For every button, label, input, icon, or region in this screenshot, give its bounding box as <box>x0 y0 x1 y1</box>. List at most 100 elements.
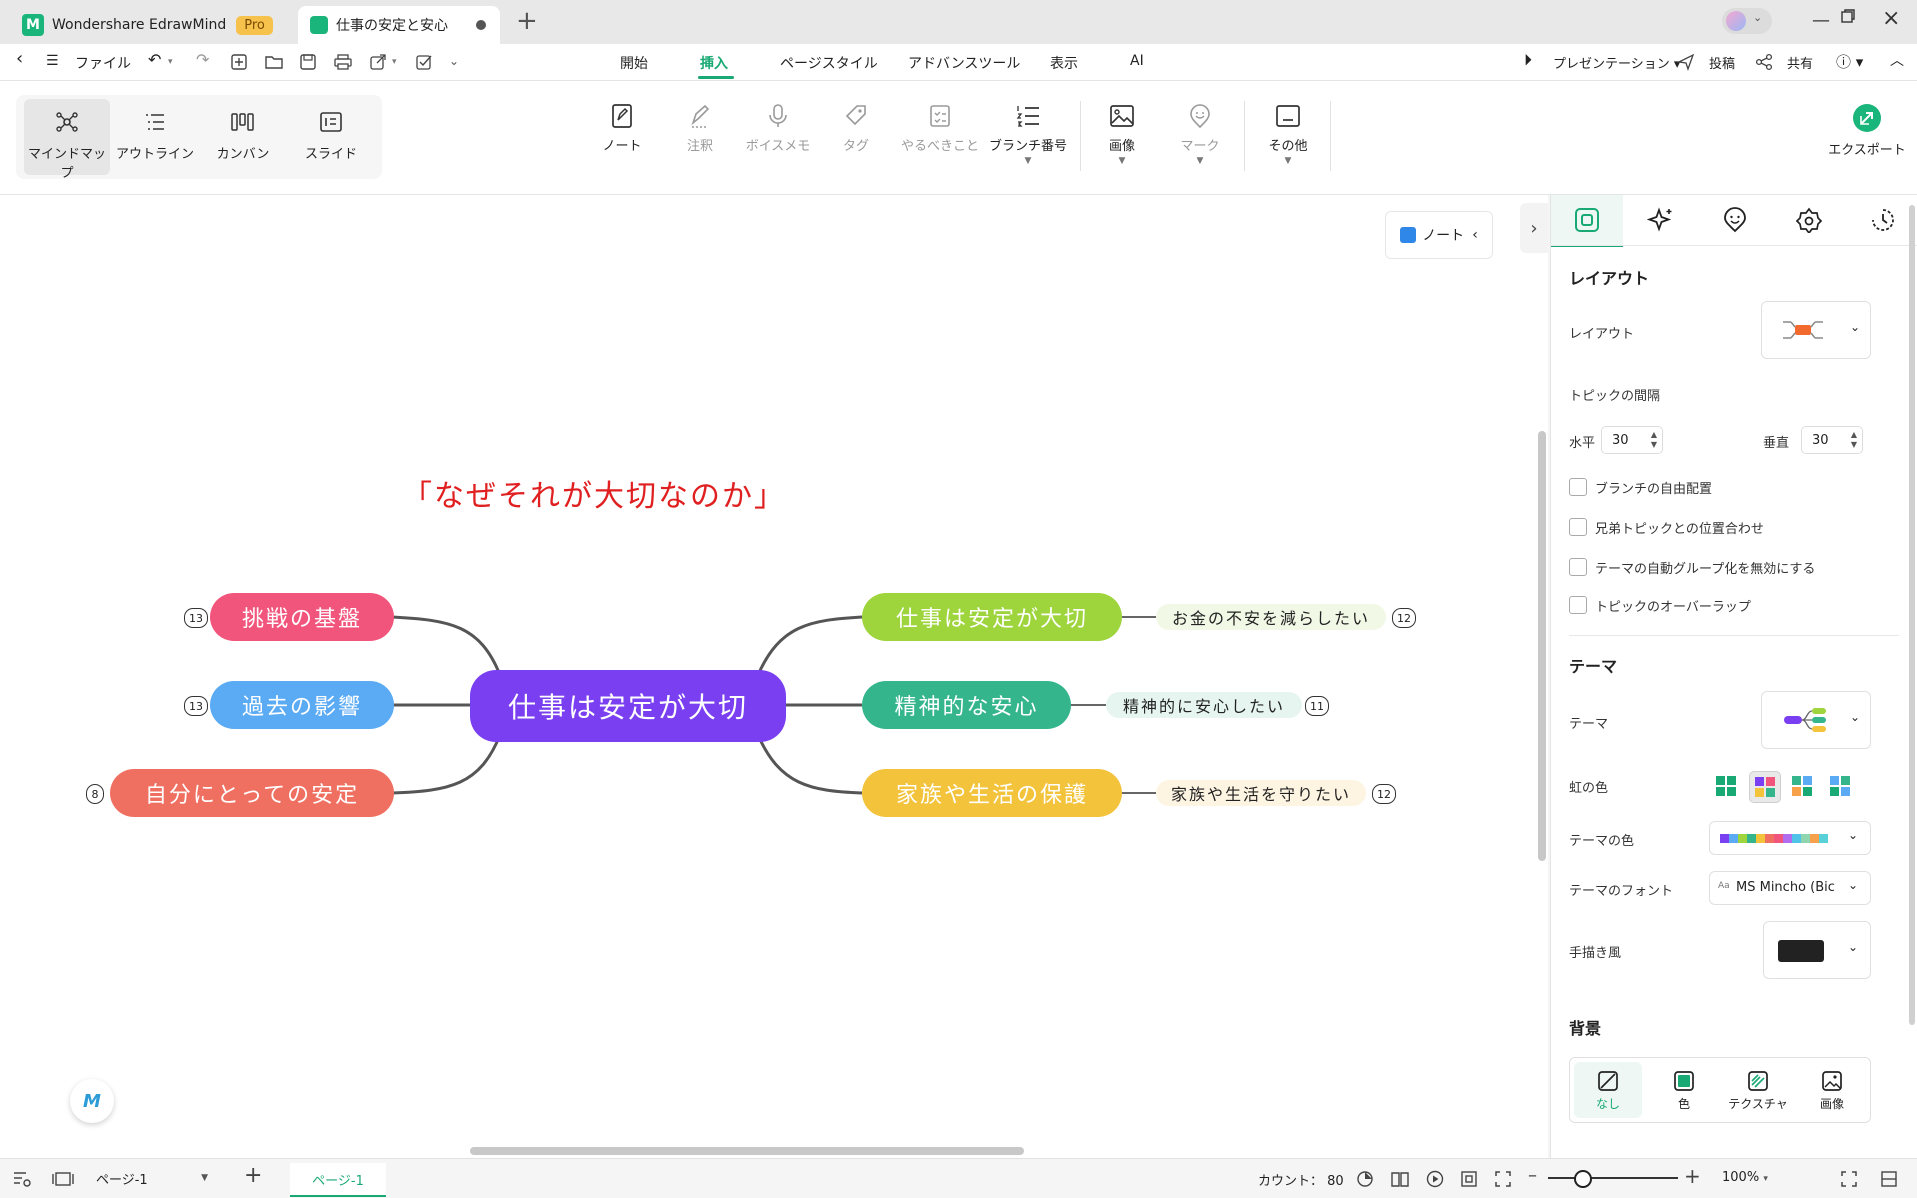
vertical-spacing-input[interactable]: 30 ▲ ▼ <box>1801 426 1863 454</box>
todo-tool-button[interactable]: やるべきこと <box>898 103 982 154</box>
minimize-button[interactable]: — <box>1812 10 1830 31</box>
outline-view-button[interactable]: アウトライン <box>112 99 198 175</box>
vertical-scrollbar[interactable] <box>1538 431 1546 861</box>
theme-font-select[interactable]: Aa MS Mincho (Bic ⌄ <box>1709 871 1871 905</box>
tab-page-style[interactable]: ページスタイル <box>780 53 878 73</box>
page-thumbnail-icon[interactable] <box>52 1170 74 1188</box>
handdrawn-select[interactable]: ⌄ <box>1763 921 1871 979</box>
zoom-out-button[interactable]: – <box>1528 1165 1537 1186</box>
topic-job-stability[interactable]: 仕事は安定が大切 <box>862 593 1122 641</box>
restore-button[interactable] <box>1840 8 1856 29</box>
more-dropdown-icon[interactable]: ▼ <box>1248 156 1328 166</box>
subtopic-count-badge[interactable]: 11 <box>1305 696 1329 716</box>
free-branch-checkbox[interactable] <box>1569 478 1587 496</box>
layout-select[interactable]: ⌄ <box>1761 301 1871 359</box>
floating-topic-title[interactable]: 「なぜそれが大切なのか」 <box>402 471 786 515</box>
topic-overlap-checkbox[interactable] <box>1569 596 1587 614</box>
sitemap-icon[interactable] <box>12 1170 32 1188</box>
tab-insert[interactable]: 挿入 <box>700 53 728 73</box>
more-tool-button[interactable]: その他 ▼ <box>1248 103 1328 166</box>
align-siblings-checkbox[interactable] <box>1569 518 1587 536</box>
tab-start[interactable]: 開始 <box>620 53 648 73</box>
export-dropdown-icon[interactable]: ▾ <box>392 57 397 67</box>
spinner-arrows-icon[interactable]: ▲ ▼ <box>1851 430 1857 450</box>
tab-ai[interactable]: AI <box>1130 53 1144 69</box>
close-window-button[interactable]: × <box>1882 6 1900 31</box>
rainbow-option-1[interactable] <box>1711 771 1741 801</box>
page-select[interactable]: ページ-1 ▼ <box>96 1165 212 1191</box>
zoom-in-button[interactable]: + <box>1684 1164 1701 1188</box>
split-view-icon[interactable] <box>1880 1170 1898 1188</box>
more-quick-tools-icon[interactable]: ⌄ <box>449 54 459 68</box>
tab-view[interactable]: 表示 <box>1050 53 1078 73</box>
file-menu[interactable]: ファイル <box>75 53 131 73</box>
topic-past-influence[interactable]: 過去の影響 <box>210 681 394 729</box>
add-page-button[interactable]: + <box>244 1163 262 1188</box>
undo-dropdown-icon[interactable]: ▾ <box>168 57 173 67</box>
save-icon[interactable] <box>299 53 317 71</box>
topic-mental-security[interactable]: 精神的な安心 <box>862 681 1071 729</box>
slide-view-button[interactable]: スライド <box>288 99 374 175</box>
pie-stats-icon[interactable] <box>1356 1170 1374 1188</box>
central-topic[interactable]: 仕事は安定が大切 <box>470 670 786 742</box>
new-tab-button[interactable]: + <box>516 6 538 36</box>
subtopic-want-mental-peace[interactable]: 精神的に安心したい <box>1106 692 1302 718</box>
theme-select[interactable]: ⌄ <box>1761 691 1871 749</box>
tab-marks[interactable] <box>1699 195 1771 245</box>
bg-none-button[interactable]: なし <box>1574 1062 1642 1118</box>
zoom-level-select[interactable]: 100% ▾ <box>1722 1170 1768 1185</box>
play-icon[interactable] <box>1426 1170 1444 1188</box>
book-icon[interactable] <box>1390 1170 1410 1188</box>
zoom-slider-track[interactable] <box>1548 1177 1678 1179</box>
tab-theme[interactable] <box>1773 195 1845 245</box>
tab-advanced-tools[interactable]: アドバンスツール <box>908 53 1020 73</box>
subtopic-reduce-money-anxiety[interactable]: お金の不安を減らしたい <box>1156 604 1386 630</box>
collapse-panel-button[interactable]: › <box>1520 203 1548 253</box>
fullscreen-fit-icon[interactable] <box>1494 1170 1512 1188</box>
topic-count-badge[interactable]: 8 <box>86 784 104 804</box>
share-button[interactable]: 共有 <box>1787 53 1813 72</box>
horizontal-scrollbar[interactable] <box>470 1147 1024 1155</box>
new-icon[interactable] <box>230 53 248 71</box>
horizontal-spacing-input[interactable]: 30 ▲ ▼ <box>1601 426 1663 454</box>
image-dropdown-icon[interactable]: ▼ <box>1082 156 1162 166</box>
theme-color-select[interactable]: ⌄ <box>1709 821 1871 855</box>
mindmap-view-button[interactable]: マインドマップ <box>24 99 110 181</box>
app-tab[interactable]: M Wondershare EdrawMind Pro <box>10 6 295 44</box>
annotation-tool-button[interactable]: 注釈 <box>660 103 740 154</box>
checkbox-task-icon[interactable] <box>415 53 433 71</box>
rainbow-option-3[interactable] <box>1787 771 1817 801</box>
tab-layout-style[interactable] <box>1551 195 1623 247</box>
subtopic-count-badge[interactable]: 12 <box>1372 784 1396 804</box>
image-tool-button[interactable]: 画像 ▼ <box>1082 103 1162 166</box>
bg-color-button[interactable]: 色 <box>1650 1062 1718 1118</box>
page-tab-active[interactable]: ページ-1 <box>290 1163 386 1197</box>
bg-image-button[interactable]: 画像 <box>1798 1062 1866 1118</box>
spinner-arrows-icon[interactable]: ▲ ▼ <box>1651 430 1657 450</box>
tab-ai-magic[interactable] <box>1625 195 1697 245</box>
print-icon[interactable] <box>333 53 353 71</box>
document-tab[interactable]: 仕事の安定と安心 <box>298 6 500 44</box>
topic-count-badge[interactable]: 13 <box>184 608 208 628</box>
rainbow-option-2[interactable] <box>1749 771 1781 803</box>
ai-assistant-icon[interactable]: M <box>70 1079 114 1123</box>
branch-number-tool-button[interactable]: ブランチ番号 ▼ <box>988 103 1068 166</box>
collapse-ribbon-icon[interactable]: ︿ <box>1890 50 1904 70</box>
subtopic-count-badge[interactable]: 12 <box>1392 608 1416 628</box>
export-share-icon[interactable] <box>369 53 389 71</box>
voice-memo-tool-button[interactable]: ボイスメモ <box>738 103 818 154</box>
zoom-slider-handle[interactable] <box>1573 1170 1592 1188</box>
fit-page-icon[interactable] <box>1460 1170 1478 1188</box>
bg-texture-button[interactable]: テクスチャ <box>1724 1062 1792 1118</box>
disable-auto-group-checkbox[interactable] <box>1569 558 1587 576</box>
open-folder-icon[interactable] <box>264 53 284 71</box>
help-icon[interactable]: ⓘ ▾ <box>1836 51 1863 72</box>
note-panel-button[interactable]: ノート ‹ <box>1385 211 1493 259</box>
export-button[interactable]: エクスポート <box>1822 103 1912 158</box>
fullscreen-icon[interactable] <box>1840 1170 1858 1188</box>
topic-challenge-foundation[interactable]: 挑戦の基盤 <box>210 593 394 641</box>
mark-dropdown-icon[interactable]: ▼ <box>1160 156 1240 166</box>
subtopic-protect-family-life[interactable]: 家族や生活を守りたい <box>1156 780 1366 806</box>
topic-count-badge[interactable]: 13 <box>184 696 208 716</box>
panel-scrollbar[interactable] <box>1909 205 1915 1025</box>
